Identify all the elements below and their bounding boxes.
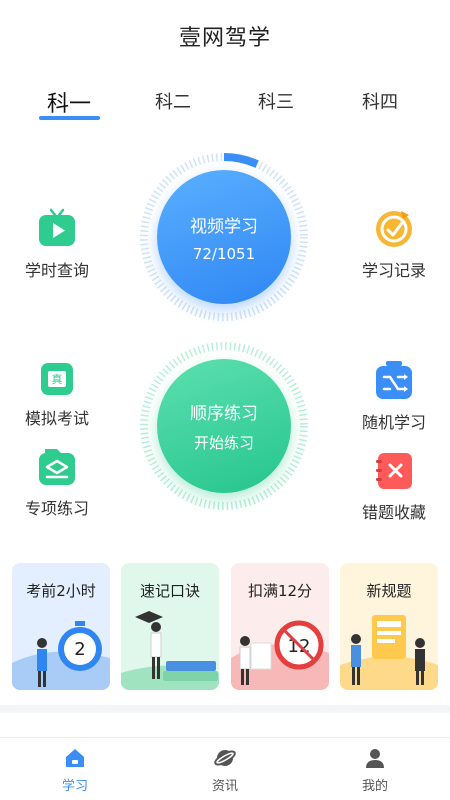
feature-cards: 考前2小时 2 速记口诀 扣满12分 新规题 — [12, 563, 438, 690]
card-quick-mnemonics[interactable]: 速记口诀 — [121, 563, 219, 690]
sequential-practice-circle[interactable]: 顺序练习 开始练习 — [139, 341, 309, 511]
mock-exam-label: 模拟考试 — [24, 409, 89, 428]
exam-icon: 真 — [39, 361, 75, 397]
video-learning-circle[interactable]: 视频学习 72/1051 — [139, 152, 309, 322]
mock-exam-button[interactable]: 真 模拟考试 — [2, 361, 112, 429]
nav-study[interactable]: 学习 — [30, 746, 120, 794]
sequential-practice-subtitle: 开始练习 — [193, 434, 254, 452]
topic-practice-button[interactable]: 专项练习 — [2, 447, 112, 519]
stopwatch-illustration: 2 — [12, 621, 110, 690]
play-tv-icon — [36, 207, 78, 249]
nav-news-label: 资讯 — [211, 779, 238, 794]
books-illustration — [121, 611, 219, 690]
tab-subject-4[interactable]: 科四 — [340, 88, 420, 114]
subject-tabs: 科一 科二 科三 科四 — [0, 88, 450, 128]
card-title: 速记口诀 — [139, 582, 200, 600]
tab-subject-1[interactable]: 科一 — [29, 86, 109, 118]
error-collection-button[interactable]: 错题收藏 — [339, 451, 449, 523]
card-2-hours-before-exam[interactable]: 考前2小时 2 — [12, 563, 110, 690]
card-new-rules[interactable]: 新规题 — [340, 563, 438, 690]
active-tab-indicator — [39, 116, 100, 120]
home-icon — [63, 746, 87, 770]
nav-study-label: 学习 — [61, 779, 88, 794]
nav-mine[interactable]: 我的 — [330, 746, 420, 794]
card-12-points-deducted[interactable]: 扣满12分 12 — [231, 563, 329, 690]
card-title: 考前2小时 — [26, 582, 96, 600]
section-divider — [0, 705, 450, 713]
study-record-button[interactable]: 学习记录 — [339, 207, 449, 281]
planet-icon — [213, 746, 237, 770]
stopwatch-number: 2 — [74, 639, 85, 660]
study-time-label: 学时查询 — [24, 261, 89, 280]
exam-icon-text: 真 — [52, 372, 63, 386]
bottom-navigation: 学习 资讯 我的 — [0, 737, 450, 800]
user-icon — [363, 746, 387, 770]
shuffle-icon — [374, 361, 414, 401]
topic-icon — [37, 447, 77, 487]
topic-practice-label: 专项练习 — [24, 499, 89, 518]
card-title: 扣满12分 — [247, 582, 313, 600]
app-title: 壹网驾学 — [178, 26, 271, 51]
nav-mine-label: 我的 — [361, 779, 388, 794]
nav-news[interactable]: 资讯 — [180, 746, 270, 794]
traffic-sign-illustration: 12 — [231, 620, 329, 690]
card-title: 新规题 — [366, 582, 412, 600]
video-learning-title: 视频学习 — [190, 216, 258, 237]
video-learning-button[interactable]: 视频学习 72/1051 — [157, 170, 291, 304]
sequential-practice-button[interactable]: 顺序练习 开始练习 — [157, 359, 291, 493]
study-record-label: 学习记录 — [361, 261, 426, 280]
tab-subject-2[interactable]: 科二 — [133, 88, 213, 114]
sequential-practice-title: 顺序练习 — [190, 404, 258, 424]
video-progress-count: 72/1051 — [192, 244, 256, 263]
error-book-icon — [374, 451, 414, 491]
error-collection-label: 错题收藏 — [361, 503, 426, 522]
random-study-label: 随机学习 — [361, 413, 426, 432]
document-illustration — [340, 615, 438, 690]
study-time-query-button[interactable]: 学时查询 — [2, 207, 112, 281]
record-icon — [373, 207, 415, 249]
tab-subject-3[interactable]: 科三 — [236, 88, 316, 114]
random-study-button[interactable]: 随机学习 — [339, 361, 449, 433]
